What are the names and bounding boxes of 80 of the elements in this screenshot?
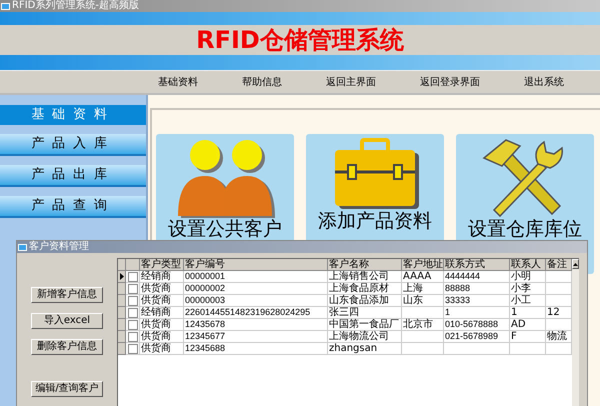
table-cell: 33333 bbox=[444, 295, 510, 307]
card-label: 设置公共客户 bbox=[168, 220, 282, 239]
table-cell bbox=[510, 343, 546, 355]
table-cell: 00000001 bbox=[184, 271, 328, 283]
nav-link[interactable]: 返回主界面 bbox=[326, 74, 376, 90]
table-cell: 经销商 bbox=[140, 307, 184, 319]
table-cell: 12345688 bbox=[184, 343, 328, 355]
table-row[interactable]: 供货商 12345677 上海物流公司 021-5678989 F 物流 bbox=[118, 331, 572, 343]
row-checkbox[interactable] bbox=[128, 284, 138, 294]
action-button[interactable]: 导入excel bbox=[31, 313, 103, 329]
table-cell: 021-5678989 bbox=[444, 331, 510, 343]
table-row[interactable]: 经销商 2260144551482319628024295 张三四 1 1 12 bbox=[118, 307, 572, 319]
table-row[interactable]: 供货商 12345688 zhangsan bbox=[118, 343, 572, 355]
table-cell: 1 bbox=[444, 307, 510, 319]
table-row[interactable]: 供货商 00000002 上海食品原材 上海 88888 小李 bbox=[118, 283, 572, 295]
up-arrow-icon bbox=[573, 262, 578, 266]
action-button[interactable]: 编辑/查询客户 bbox=[31, 381, 103, 397]
table-cell: 山东 bbox=[402, 295, 444, 307]
table-cell: 88888 bbox=[444, 283, 510, 295]
table-cell: 供货商 bbox=[140, 319, 184, 331]
table-cell: 上海销售公司 bbox=[328, 271, 402, 283]
table-cell: 张三四 bbox=[328, 307, 402, 319]
table-cell: AD bbox=[510, 319, 546, 331]
table-row[interactable]: 经销商 00000001 上海销售公司 AAAA 4444444 小明 bbox=[118, 271, 572, 283]
row-checkbox[interactable] bbox=[128, 344, 138, 354]
nav-link[interactable]: 帮助信息 bbox=[242, 74, 282, 90]
table-cell: F bbox=[510, 331, 546, 343]
row-checkbox[interactable] bbox=[128, 320, 138, 330]
row-checkbox[interactable] bbox=[128, 308, 138, 318]
scroll-up-button[interactable] bbox=[572, 259, 579, 269]
table-cell: 供货商 bbox=[140, 295, 184, 307]
table-cell: 00000002 bbox=[184, 283, 328, 295]
table-cell: 4444444 bbox=[444, 271, 510, 283]
card-label: 设置仓库库位 bbox=[468, 220, 582, 239]
table-cell: 00000003 bbox=[184, 295, 328, 307]
nav-link[interactable]: 基础资料 bbox=[158, 74, 198, 90]
current-row-icon bbox=[120, 273, 124, 280]
column-header[interactable]: 联系人 bbox=[510, 259, 546, 271]
table-cell: 2260144551482319628024295 bbox=[184, 307, 328, 319]
app-title: RFID仓储管理系统 bbox=[196, 28, 404, 52]
card-label: 添加产品资料 bbox=[318, 212, 432, 231]
table-cell: 小李 bbox=[510, 283, 546, 295]
table-cell: 1 bbox=[510, 307, 546, 319]
table-cell: 010-5678888 bbox=[444, 319, 510, 331]
table-cell: 12435678 bbox=[184, 319, 328, 331]
sidebar-item[interactable]: 产品查询 bbox=[0, 196, 146, 218]
table-row[interactable]: 供货商 12435678 中国第一食品厂 北京市 010-5678888 AD bbox=[118, 319, 572, 331]
window-icon bbox=[18, 244, 27, 250]
dialog-title: 客户资料管理 bbox=[29, 242, 89, 252]
app-icon bbox=[1, 2, 10, 10]
sidebar-item[interactable]: 基础资料 bbox=[0, 105, 146, 125]
table-cell: 供货商 bbox=[140, 283, 184, 295]
row-checkbox[interactable] bbox=[128, 332, 138, 342]
sidebar-item[interactable]: 产品入库 bbox=[0, 134, 146, 156]
table-cell bbox=[444, 343, 510, 355]
table-cell bbox=[402, 343, 444, 355]
table-cell: 上海物流公司 bbox=[328, 331, 402, 343]
nav-link[interactable]: 返回登录界面 bbox=[420, 74, 480, 90]
table-cell: 上海 bbox=[402, 283, 444, 295]
action-button[interactable]: 删除客户信息 bbox=[31, 339, 103, 355]
table-cell: 中国第一食品厂 bbox=[328, 319, 402, 331]
table-cell: 经销商 bbox=[140, 271, 184, 283]
nav-link[interactable]: 退出系统 bbox=[524, 74, 564, 90]
table-cell bbox=[402, 331, 444, 343]
table-cell: 供货商 bbox=[140, 343, 184, 355]
table-cell: 北京市 bbox=[402, 319, 444, 331]
table-cell: 12345677 bbox=[184, 331, 328, 343]
table-cell: 供货商 bbox=[140, 331, 184, 343]
table-cell bbox=[402, 307, 444, 319]
table-cell: 山东食品添加 bbox=[328, 295, 402, 307]
sidebar-item[interactable]: 产品出库 bbox=[0, 165, 146, 187]
table-cell: zhangsan bbox=[328, 343, 402, 355]
table-cell: 上海食品原材 bbox=[328, 283, 402, 295]
table-cell: AAAA bbox=[402, 271, 444, 283]
table-row[interactable]: 供货商 00000003 山东食品添加 山东 33333 小工 bbox=[118, 295, 572, 307]
action-button[interactable]: 新增客户信息 bbox=[31, 287, 103, 303]
table-cell: 小明 bbox=[510, 271, 546, 283]
row-checkbox[interactable] bbox=[128, 272, 138, 282]
row-checkbox[interactable] bbox=[128, 296, 138, 306]
table-cell: 小工 bbox=[510, 295, 546, 307]
